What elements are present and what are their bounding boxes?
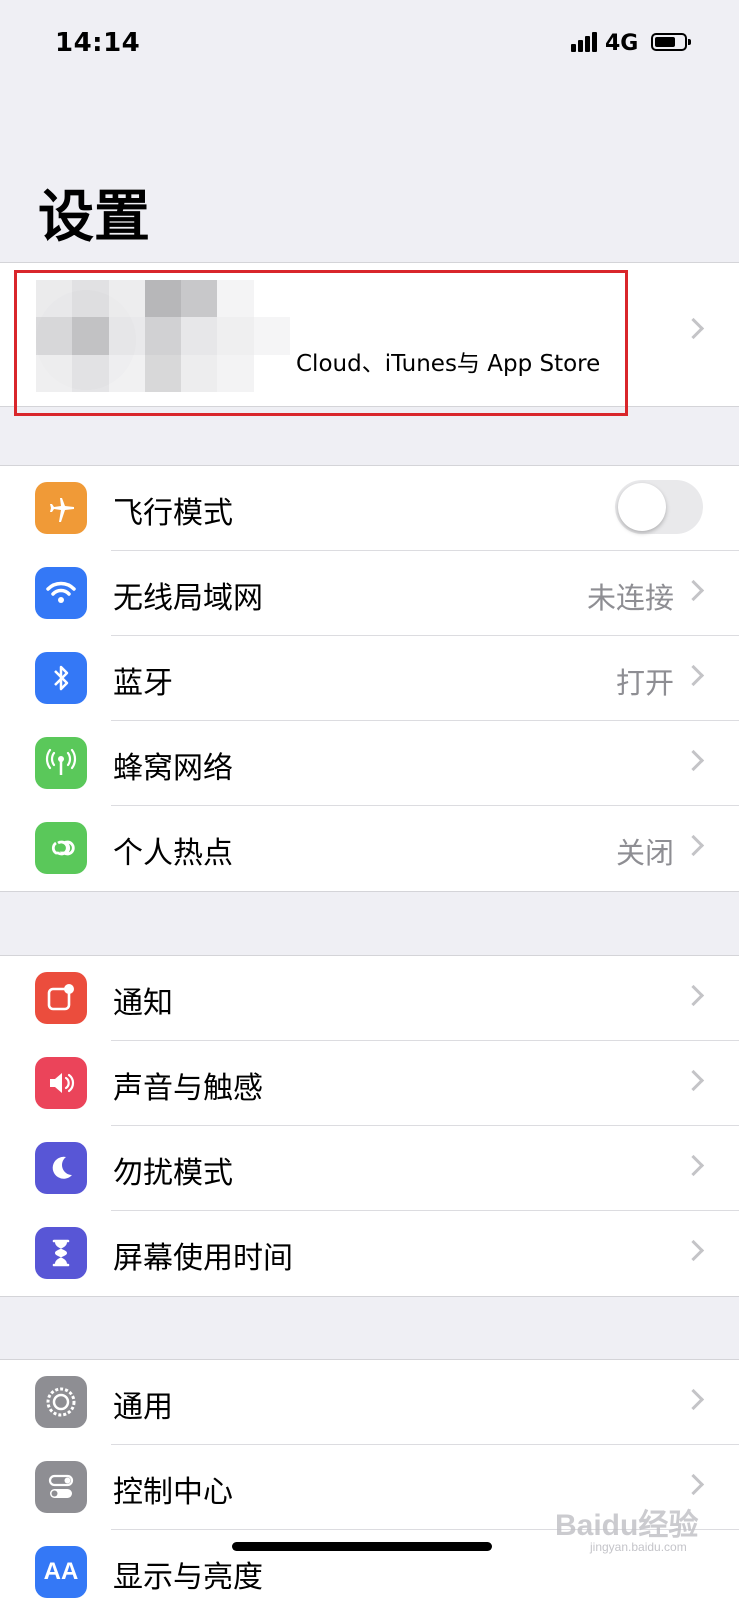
cellular-icon xyxy=(35,737,87,789)
status-time: 14:14 xyxy=(55,28,141,58)
hotspot-icon xyxy=(35,822,87,874)
setting-row-screen-time[interactable]: 屏幕使用时间 xyxy=(0,1211,739,1296)
setting-label: 飞行模式 xyxy=(113,496,233,531)
setting-row-general[interactable]: 通用 xyxy=(0,1360,739,1445)
setting-label: 屏幕使用时间 xyxy=(113,1241,293,1276)
setting-label: 勿扰模式 xyxy=(113,1156,233,1191)
settings-group-general: 通用 控制中心 AA 显示与亮度 xyxy=(0,1359,739,1620)
setting-label: 个人热点 xyxy=(113,836,233,871)
signal-icon xyxy=(571,32,599,52)
gear-icon xyxy=(35,1376,87,1428)
control-center-icon xyxy=(35,1461,87,1513)
display-brightness-icon: AA xyxy=(35,1546,87,1598)
chevron-right-icon xyxy=(682,1388,705,1411)
setting-value: 未连接 xyxy=(586,581,674,615)
chevron-right-icon xyxy=(682,1473,705,1496)
setting-row-sounds[interactable]: 声音与触感 xyxy=(0,1041,739,1126)
highlight-annotation xyxy=(14,270,628,416)
setting-row-do-not-disturb[interactable]: 勿扰模式 xyxy=(0,1126,739,1211)
wifi-icon xyxy=(35,567,87,619)
setting-row-wifi[interactable]: 无线局域网 未连接 xyxy=(0,551,739,636)
watermark-url: jingyan.baidu.com xyxy=(590,1540,687,1554)
setting-row-airplane-mode[interactable]: 飞行模式 xyxy=(0,466,739,551)
sound-icon xyxy=(35,1057,87,1109)
chevron-right-icon xyxy=(682,1154,705,1177)
notifications-icon xyxy=(35,972,87,1024)
setting-label: 无线局域网 xyxy=(113,581,263,616)
chevron-right-icon xyxy=(682,1239,705,1262)
setting-value: 关闭 xyxy=(615,836,674,870)
moon-icon xyxy=(35,1142,87,1194)
chevron-right-icon xyxy=(682,1069,705,1092)
setting-label: 控制中心 xyxy=(113,1475,233,1510)
chevron-right-icon xyxy=(682,664,705,687)
home-indicator[interactable] xyxy=(232,1542,492,1551)
hourglass-icon xyxy=(35,1227,87,1279)
chevron-right-icon xyxy=(682,317,705,340)
airplane-mode-toggle[interactable] xyxy=(615,480,703,534)
setting-label: 声音与触感 xyxy=(113,1071,263,1106)
setting-row-cellular[interactable]: 蜂窝网络 xyxy=(0,721,739,806)
battery-icon xyxy=(651,33,691,51)
setting-value: 打开 xyxy=(615,666,674,700)
bluetooth-icon xyxy=(35,652,87,704)
chevron-right-icon xyxy=(682,834,705,857)
page-title: 设置 xyxy=(38,185,150,250)
setting-row-notifications[interactable]: 通知 xyxy=(0,956,739,1041)
chevron-right-icon xyxy=(682,579,705,602)
setting-label: 通知 xyxy=(113,986,173,1021)
setting-row-bluetooth[interactable]: 蓝牙 打开 xyxy=(0,636,739,721)
settings-group-notifications: 通知 声音与触感 勿扰模式 屏幕使用时间 xyxy=(0,955,739,1297)
setting-label: 蓝牙 xyxy=(113,666,173,701)
status-bar: 14:14 4G xyxy=(0,0,739,90)
setting-label: 蜂窝网络 xyxy=(113,751,233,786)
setting-row-hotspot[interactable]: 个人热点 关闭 xyxy=(0,806,739,891)
chevron-right-icon xyxy=(682,749,705,772)
setting-label: 显示与亮度 xyxy=(113,1560,263,1595)
network-type: 4G xyxy=(605,31,639,56)
watermark: Baidu经验 xyxy=(555,1509,699,1542)
setting-label: 通用 xyxy=(113,1390,173,1425)
chevron-right-icon xyxy=(682,984,705,1007)
settings-group-connectivity: 飞行模式 无线局域网 未连接 蓝牙 打开 蜂窝网络 个人热点 关闭 xyxy=(0,465,739,892)
airplane-icon xyxy=(35,482,87,534)
